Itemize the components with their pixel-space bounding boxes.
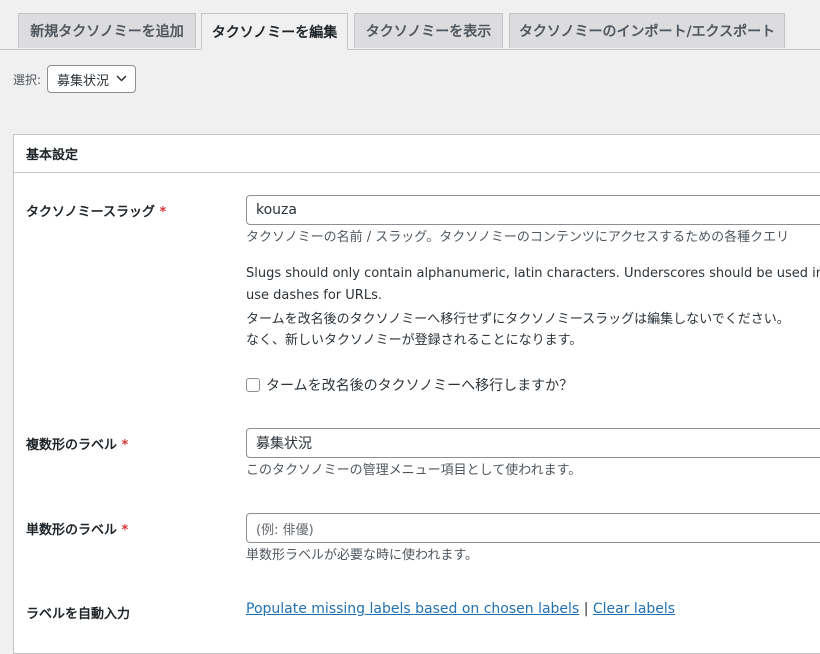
slug-label: タクソノミースラッグ * xyxy=(26,205,167,220)
migrate-terms-label[interactable]: タームを改名後のタクソノミーへ移行しますか？ xyxy=(266,375,573,395)
slug-note-ja-2: なく、新しいタクソノミーが登録されることになります。 xyxy=(246,333,583,348)
tab-edit-taxonomy[interactable]: タクソノミーを編集 xyxy=(201,13,348,50)
tab-import-export[interactable]: タクソノミーのインポート/エクスポート xyxy=(509,13,785,48)
tab-bar: 新規タクソノミーを追加 タクソノミーを編集 タクソノミーを表示 タクソノミーのイ… xyxy=(0,0,820,50)
singular-label-input[interactable]: (例: 俳優) xyxy=(246,513,820,543)
link-separator: | xyxy=(583,601,589,617)
migrate-terms-option: タームを改名後のタクソノミーへ移行しますか？ xyxy=(246,375,573,395)
panel-title: 基本設定 xyxy=(14,135,820,173)
populate-labels-link[interactable]: Populate missing labels based on chosen … xyxy=(246,601,579,617)
slug-note-ja-1: タームを改名後のタクソノミーへ移行せずにタクソノミースラッグは編集しないでくださ… xyxy=(246,312,790,327)
select-value: 募集状況 xyxy=(57,73,110,89)
migrate-terms-checkbox[interactable] xyxy=(246,378,260,392)
autofill-links: Populate missing labels based on chosen … xyxy=(246,601,675,617)
plural-label: 複数形のラベル * xyxy=(26,438,129,453)
tab-add-taxonomy[interactable]: 新規タクソノミーを追加 xyxy=(18,13,196,48)
autofill-label: ラベルを自動入力 xyxy=(26,607,131,622)
singular-label: 単数形のラベル * xyxy=(26,523,129,538)
slug-input[interactable]: kouza xyxy=(246,195,820,225)
taxonomy-select[interactable]: 募集状況 xyxy=(47,65,137,93)
taxonomy-selector: 選択: 募集状況 xyxy=(13,64,137,94)
required-marker: * xyxy=(121,523,129,538)
select-label: 選択: xyxy=(13,72,42,87)
chevron-down-icon xyxy=(116,74,127,85)
slug-note-en-1: Slugs should only contain alphanumeric, … xyxy=(246,266,820,281)
plural-description: このタクソノミーの管理メニュー項目として使われます。 xyxy=(246,463,582,478)
singular-description: 単数形ラベルが必要な時に使われます。 xyxy=(246,548,479,563)
plural-label-input[interactable]: 募集状況 xyxy=(246,428,820,458)
tab-view-taxonomy[interactable]: タクソノミーを表示 xyxy=(354,13,503,48)
required-marker: * xyxy=(121,438,129,453)
basic-settings-panel: 基本設定 タクソノミースラッグ * kouza タクソノミーの名前 / スラッグ… xyxy=(13,134,820,654)
clear-labels-link[interactable]: Clear labels xyxy=(593,601,675,617)
slug-description: タクソノミーの名前 / スラッグ。タクソノミーのコンテンツにアクセスするための各… xyxy=(246,230,790,245)
slug-note-en-2: use dashes for URLs. xyxy=(246,288,382,303)
required-marker: * xyxy=(159,205,167,220)
